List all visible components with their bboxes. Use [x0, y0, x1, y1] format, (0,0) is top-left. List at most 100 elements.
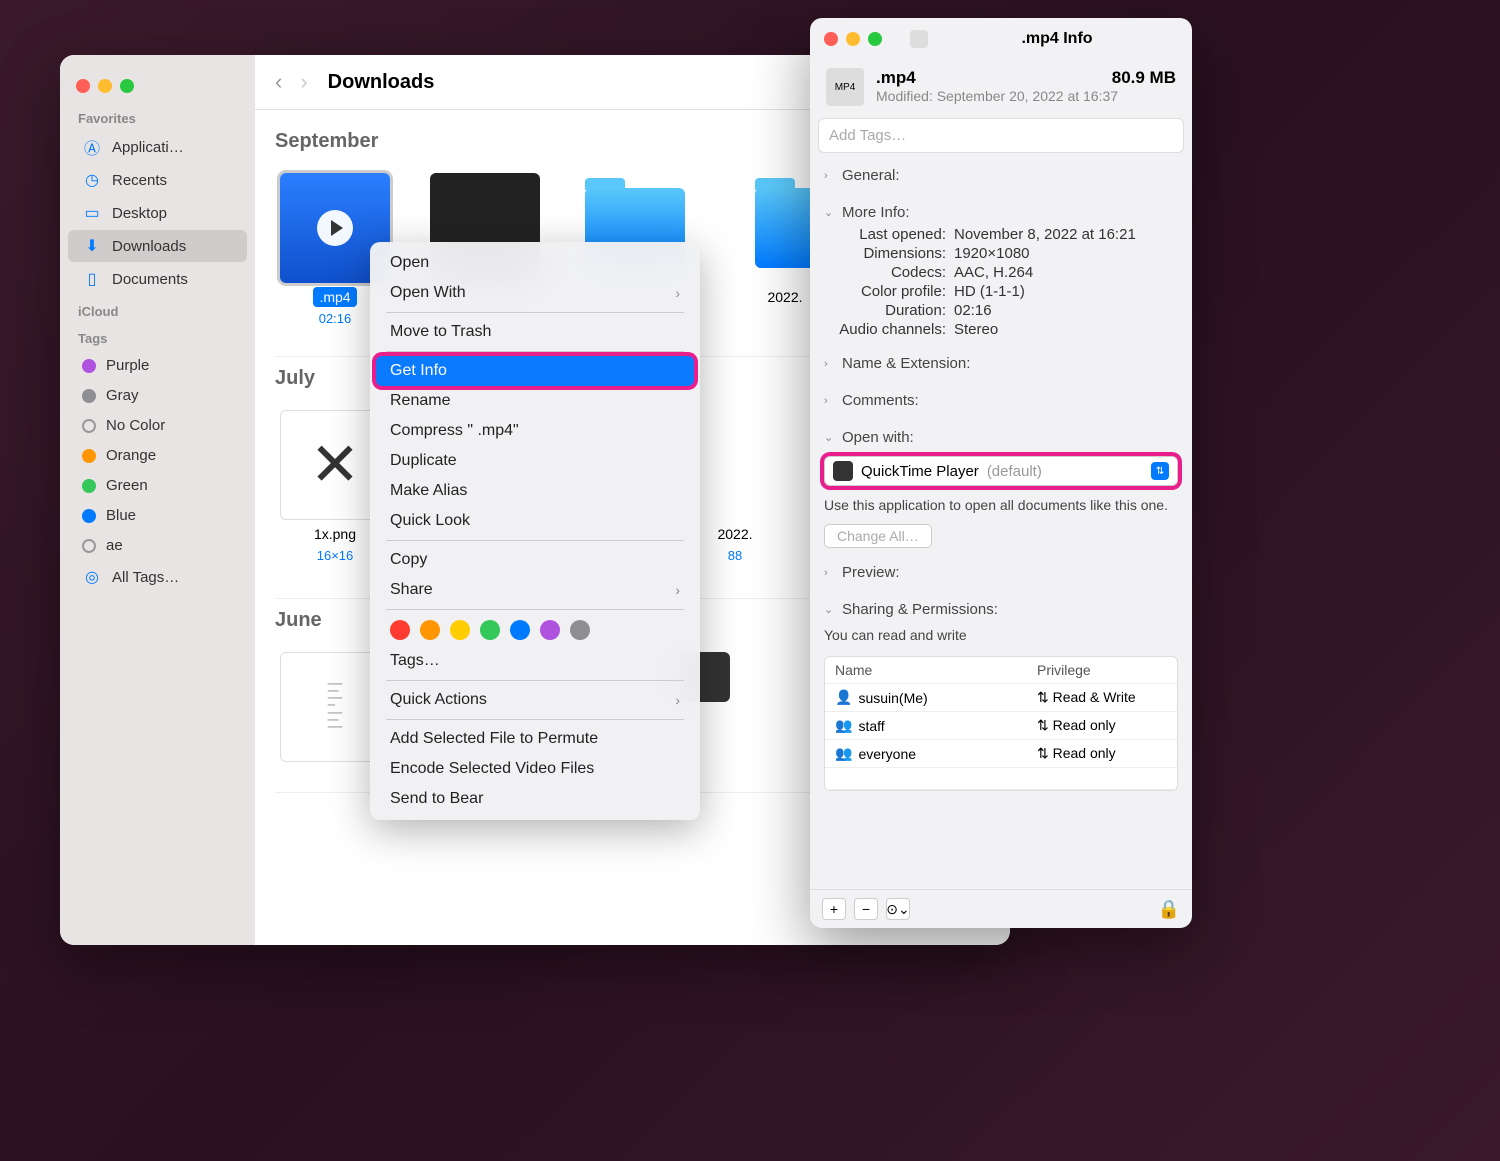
file-meta: 16×16 — [317, 548, 354, 563]
tag-green[interactable]: Green — [68, 471, 247, 500]
tag-purple[interactable] — [540, 620, 560, 640]
remove-button[interactable]: − — [854, 898, 878, 920]
back-button[interactable]: ‹ — [275, 69, 282, 95]
tag-purple[interactable]: Purple — [68, 351, 247, 380]
info-header: MP4 .mp4 80.9 MB Modified: September 20,… — [810, 60, 1192, 114]
chevron-right-icon: › — [824, 395, 836, 407]
divider — [386, 719, 684, 720]
section-name-ext[interactable]: ›Name & Extension: — [824, 351, 1178, 376]
tag-gray[interactable] — [570, 620, 590, 640]
tag-ae[interactable]: ae — [68, 531, 247, 560]
sidebar-item-downloads[interactable]: ⬇Downloads — [68, 230, 247, 262]
group-icon: 👥 — [835, 717, 852, 734]
menu-alias[interactable]: Make Alias — [376, 476, 694, 506]
zoom-button[interactable] — [868, 32, 882, 46]
action-button[interactable]: ⊙⌄ — [886, 898, 910, 920]
window-controls — [60, 65, 255, 103]
tag-all[interactable]: ◎All Tags… — [68, 561, 247, 593]
file-name: 2022. — [711, 524, 758, 544]
chevron-down-icon: ⌄ — [824, 206, 836, 219]
file-name: 1x.png — [308, 524, 362, 544]
sidebar-item-documents[interactable]: ▯Documents — [68, 263, 247, 295]
menu-get-info[interactable]: Get Info — [376, 356, 694, 386]
menu-quicklook[interactable]: Quick Look — [376, 506, 694, 536]
close-button[interactable] — [824, 32, 838, 46]
tag-orange[interactable]: Orange — [68, 441, 247, 470]
openwith-select[interactable]: QuickTime Player (default) ⇅ — [824, 456, 1178, 486]
file-meta: 88 — [728, 548, 742, 563]
tag-green[interactable] — [480, 620, 500, 640]
menu-compress[interactable]: Compress " .mp4" — [376, 416, 694, 446]
select-arrows-icon: ⇅ — [1151, 462, 1169, 480]
tag-yellow[interactable] — [450, 620, 470, 640]
file-name: .mp4 — [876, 68, 916, 88]
add-button[interactable]: + — [822, 898, 846, 920]
menu-permute[interactable]: Add Selected File to Permute — [376, 724, 694, 754]
menu-encode[interactable]: Encode Selected Video Files — [376, 754, 694, 784]
section-sharing[interactable]: ⌄Sharing & Permissions: — [824, 597, 1178, 622]
section-comments[interactable]: ›Comments: — [824, 388, 1178, 413]
perm-hint: You can read and write — [824, 622, 1178, 648]
chevron-down-icon: ⌄ — [824, 603, 836, 616]
menu-quick-actions[interactable]: Quick Actions› — [376, 685, 694, 715]
openwith-hint: Use this application to open all documen… — [824, 492, 1178, 518]
alltags-icon: ◎ — [82, 567, 102, 587]
app-name: QuickTime Player — [861, 463, 979, 480]
col-priv: Privilege — [1037, 662, 1167, 678]
perm-row[interactable]: 👥everyone⇅ Read only — [825, 740, 1177, 768]
section-general[interactable]: ›General: — [824, 163, 1178, 188]
tags-header: Tags — [60, 323, 255, 350]
file-size: 80.9 MB — [1112, 68, 1176, 88]
sidebar-item-desktop[interactable]: ▭Desktop — [68, 197, 247, 229]
zoom-button[interactable] — [120, 79, 134, 93]
everyone-icon: 👥 — [835, 745, 852, 762]
context-menu: Open Open With› Move to Trash Get Info R… — [370, 242, 700, 820]
section-preview[interactable]: ›Preview: — [824, 560, 1178, 585]
sidebar: Favorites ⒶApplicati… ◷Recents ▭Desktop … — [60, 55, 255, 945]
menu-rename[interactable]: Rename — [376, 386, 694, 416]
info-footer: + − ⊙⌄ 🔒 — [810, 889, 1192, 928]
perm-row-empty — [825, 768, 1177, 790]
close-button[interactable] — [76, 79, 90, 93]
tag-orange[interactable] — [420, 620, 440, 640]
menu-trash[interactable]: Move to Trash — [376, 317, 694, 347]
menu-open[interactable]: Open — [376, 248, 694, 278]
chevron-right-icon: › — [675, 285, 680, 301]
tag-nocolor[interactable]: No Color — [68, 411, 247, 440]
quicktime-icon — [833, 461, 853, 481]
file-item-partial2[interactable]: 2022. 88 — [705, 410, 765, 568]
tag-gray[interactable]: Gray — [68, 381, 247, 410]
tag-blue[interactable] — [510, 620, 530, 640]
tag-blue[interactable]: Blue — [68, 501, 247, 530]
forward-button[interactable]: › — [300, 69, 307, 95]
menu-open-with[interactable]: Open With› — [376, 278, 694, 308]
minimize-button[interactable] — [98, 79, 112, 93]
divider — [386, 312, 684, 313]
menu-duplicate[interactable]: Duplicate — [376, 446, 694, 476]
tag-dot-icon — [82, 419, 96, 433]
section-open-with[interactable]: ⌄Open with: — [824, 425, 1178, 450]
minimize-button[interactable] — [846, 32, 860, 46]
permissions-table: Name Privilege 👤susuin(Me)⇅ Read & Write… — [824, 656, 1178, 791]
tag-dot-icon — [82, 479, 96, 493]
file-name: .mp4 — [313, 287, 356, 307]
info-window: .mp4 Info MP4 .mp4 80.9 MB Modified: Sep… — [810, 18, 1192, 928]
chevron-right-icon: › — [824, 567, 836, 579]
tag-red[interactable] — [390, 620, 410, 640]
file-meta: 02:16 — [319, 311, 352, 326]
lock-icon[interactable]: 🔒 — [1158, 899, 1180, 920]
tags-input[interactable]: Add Tags… — [818, 118, 1184, 153]
menu-bear[interactable]: Send to Bear — [376, 784, 694, 814]
file-name: 2022. — [761, 287, 808, 307]
chevron-right-icon: › — [824, 170, 836, 182]
sidebar-item-applications[interactable]: ⒶApplicati… — [68, 131, 247, 163]
menu-share[interactable]: Share› — [376, 575, 694, 605]
tag-dot-icon — [82, 449, 96, 463]
perm-row[interactable]: 👥staff⇅ Read only — [825, 712, 1177, 740]
change-all-button[interactable]: Change All… — [824, 524, 932, 548]
section-more-info[interactable]: ⌄More Info: — [824, 200, 1178, 225]
perm-row[interactable]: 👤susuin(Me)⇅ Read & Write — [825, 684, 1177, 712]
sidebar-item-recents[interactable]: ◷Recents — [68, 164, 247, 196]
menu-tags[interactable]: Tags… — [376, 646, 694, 676]
menu-copy[interactable]: Copy — [376, 545, 694, 575]
